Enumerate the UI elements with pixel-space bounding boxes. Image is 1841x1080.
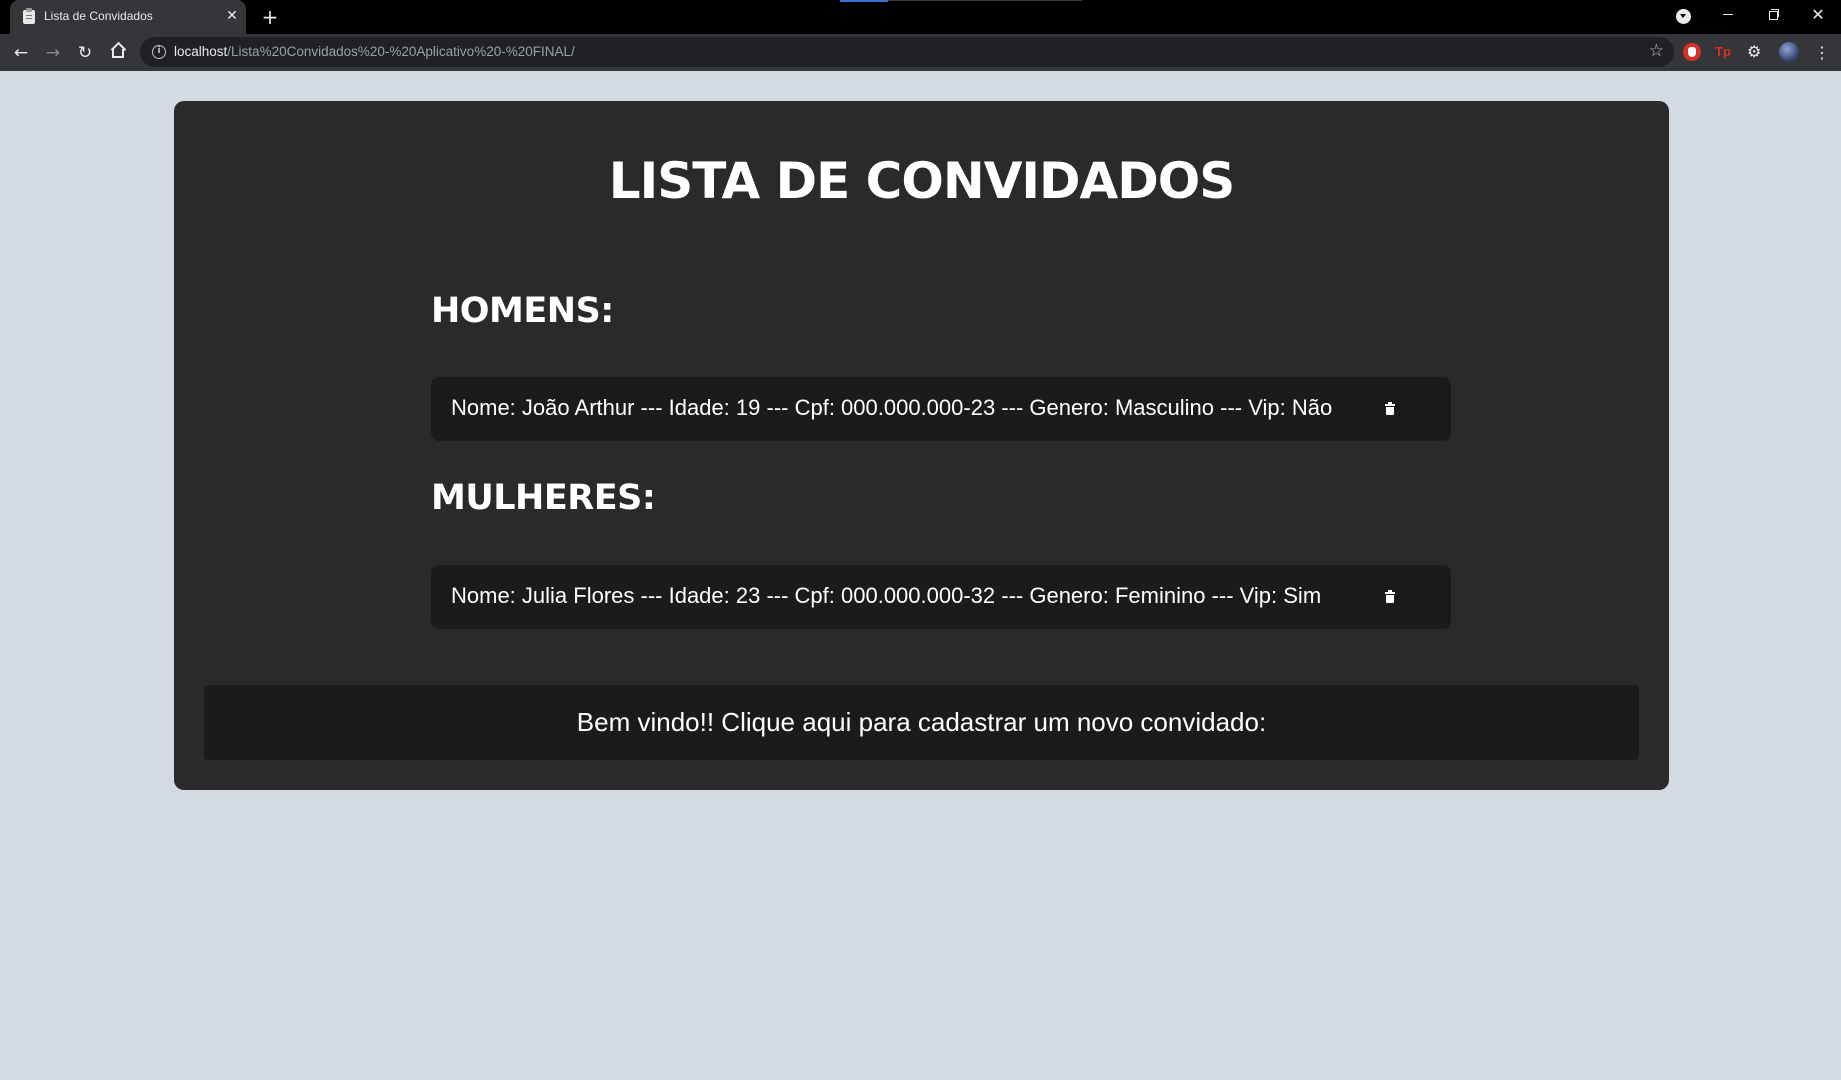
restore-button[interactable] [1751, 0, 1797, 30]
register-guest-link[interactable]: Bem vindo!! Clique aqui para cadastrar u… [204, 685, 1639, 760]
star-icon[interactable]: ☆ [1649, 41, 1664, 61]
url-text[interactable]: localhost/Lista%20Convidados%20-%20Aplic… [174, 44, 575, 59]
clipboard-favicon-icon [23, 8, 35, 24]
tp-extension-icon[interactable]: Tp [1715, 43, 1733, 61]
puzzle-extensions-icon[interactable]: ⚙ [1747, 43, 1765, 61]
address-bar[interactable]: i localhost/Lista%20Convidados%20-%20Apl… [140, 37, 1674, 67]
profile-avatar[interactable] [1779, 42, 1799, 62]
browser-tabstrip: Lista de Convidados ✕ + ✕ [0, 0, 1841, 34]
trash-icon[interactable] [1385, 402, 1395, 415]
browser-tab[interactable]: Lista de Convidados ✕ [10, 0, 246, 34]
window-close-button[interactable]: ✕ [1795, 0, 1841, 30]
home-icon[interactable] [104, 39, 132, 67]
guest-info: Nome: Julia Flores --- Idade: 23 --- Cpf… [451, 583, 1322, 608]
guest-list-card: LISTA DE CONVIDADOS HOMENS: Nome: João A… [174, 101, 1669, 790]
reload-icon[interactable]: ↻ [71, 39, 99, 67]
minimize-button[interactable] [1705, 0, 1751, 30]
guest-row: Nome: João Arthur --- Idade: 19 --- Cpf:… [431, 377, 1451, 441]
tab-search-icon[interactable] [1676, 9, 1691, 24]
guest-row: Nome: Julia Flores --- Idade: 23 --- Cpf… [431, 565, 1451, 629]
info-icon[interactable]: i [152, 45, 166, 59]
new-tab-button[interactable]: + [258, 5, 282, 29]
page-title: LISTA DE CONVIDADOS [608, 152, 1235, 210]
tabstrip-accent [840, 0, 888, 2]
trash-icon[interactable] [1385, 590, 1395, 603]
tabstrip-divider [888, 0, 1082, 1]
arrow-right-icon[interactable]: → [39, 39, 67, 67]
url-path: /Lista%20Convidados%20-%20Aplicativo%20-… [227, 44, 575, 59]
guest-info: Nome: João Arthur --- Idade: 19 --- Cpf:… [451, 395, 1333, 420]
kebab-menu-icon[interactable]: ⋮ [1812, 39, 1832, 67]
arrow-left-icon[interactable]: ← [7, 39, 35, 67]
browser-toolbar: ← → ↻ i localhost/Lista%20Convidados%20-… [0, 34, 1841, 71]
tab-title: Lista de Convidados [44, 9, 153, 23]
tab-close-icon[interactable]: ✕ [223, 7, 241, 25]
men-section-heading: HOMENS: [431, 291, 614, 331]
adblock-icon[interactable] [1683, 43, 1701, 61]
url-host: localhost [174, 44, 228, 59]
women-section-heading: MULHERES: [431, 478, 656, 518]
